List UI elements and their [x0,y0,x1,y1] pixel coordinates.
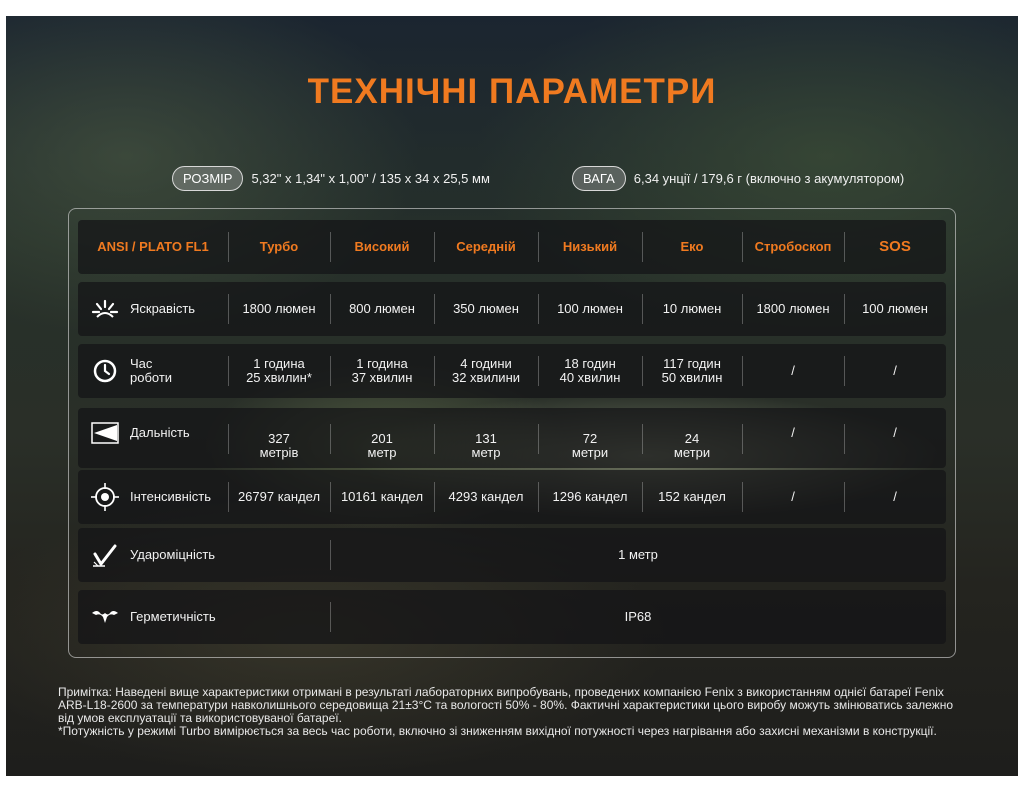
brightness-turbo: 1800 люмен [242,301,316,316]
impact-value: 1 метр [618,547,658,562]
waterproof-icon [90,602,120,632]
table-row-distance: Дальність 327 метрів 201 метр 131 метр 72 ме… [78,408,946,468]
header-high: Високий [354,239,410,254]
intensity-sos: / [893,489,897,504]
runtime-turbo: 1 година 25 хвилин* [246,356,312,385]
header-low: Низький [562,239,618,254]
runtime-high: 1 година 37 хвилин [351,356,413,385]
row-label-brightness: Яскравість [78,282,228,336]
table-row-intensity: Інтенсивність 26797 кандел 10161 кандел … [78,470,946,524]
row-label-waterproof: Герметичність [78,590,330,644]
clock-icon [90,356,120,386]
brightness-medium: 350 люмен [453,301,519,316]
intensity-high: 10161 кандел [340,489,424,504]
brightness-low: 100 люмен [557,301,623,316]
intensity-low: 1296 кандел [552,489,628,504]
footnote-line1: Примітка: Наведені вище характеристики о… [58,685,954,725]
table-header-row: ANSI / PLATO FL1 Турбо Високий Середній … [78,220,946,274]
weight-spec: ВАГА 6,34 унції / 179,6 г (включно з аку… [572,166,904,191]
label-impact: Удароміцність [130,547,216,562]
distance-eco: 24 метри [673,431,711,460]
runtime-sos: / [893,363,897,378]
brightness-icon [90,294,120,324]
label-intensity: Інтенсивність [130,489,211,504]
weight-badge: ВАГА [572,166,626,191]
waterproof-value: IP68 [624,609,652,624]
intensity-strobe: / [791,489,795,504]
header-strobe: Стробоскоп [754,239,832,254]
brightness-eco: 10 люмен [662,301,722,316]
row-label-distance: Дальність [78,408,228,458]
page-title: ТЕХНІЧНІ ПАРАМЕТРИ [307,72,717,111]
runtime-medium: 4 години 32 хвилини [451,356,521,385]
spec-poster: ТЕХНІЧНІ ПАРАМЕТРИ РОЗМІР 5,32" x 1,34" … [6,16,1018,776]
intensity-turbo: 26797 кандел [237,489,321,504]
table-row-waterproof: Герметичність IP68 [78,590,946,644]
label-brightness: Яскравість [130,301,196,316]
table-row-runtime: Час роботи 1 година 25 хвилин* 1 година 37 … [78,344,946,398]
distance-strobe: / [791,425,795,440]
runtime-strobe: / [791,363,795,378]
beam-distance-icon [90,418,120,448]
brightness-high: 800 люмен [349,301,415,316]
distance-low: 72 метри [571,431,609,460]
header-sos: SOS [879,238,911,255]
table-row-brightness: Яскравість 1800 люмен 800 люмен 350 люме… [78,282,946,336]
size-badge: РОЗМІР [172,166,244,191]
brightness-sos: 100 люмен [862,301,928,316]
intensity-eco: 152 кандел [658,489,726,504]
footnote: Примітка: Наведені вище характеристики о… [58,686,970,738]
distance-high: 201 метр [367,431,397,460]
label-waterproof: Герметичність [130,609,216,624]
header-turbo: Турбо [259,239,299,254]
header-standard: ANSI / PLATO FL1 [97,239,209,254]
runtime-eco: 117 годин 50 хвилин [661,356,723,385]
row-label-impact: Удароміцність [78,528,330,582]
size-spec: РОЗМІР 5,32" x 1,34" x 1,00" / 135 x 34 … [172,166,490,191]
header-eco: Еко [680,239,704,254]
footnote-line2: *Потужність у режимі Turbo вимірюється з… [58,724,937,738]
label-runtime-line2: роботи [130,370,173,385]
table-row-impact: Удароміцність 1 метр [78,528,946,582]
impact-icon [90,540,120,570]
distance-medium: 131 метр [471,431,501,460]
row-label-runtime: Час роботи [78,344,228,398]
brightness-strobe: 1800 люмен [756,301,830,316]
header-medium: Середній [456,239,516,254]
intensity-target-icon [90,482,120,512]
size-value: 5,32" x 1,34" x 1,00" / 135 x 34 x 25,5 … [251,171,490,186]
intensity-medium: 4293 кандел [448,489,524,504]
label-runtime-line1: Час [130,356,153,371]
distance-sos: / [893,425,897,440]
row-label-intensity: Інтенсивність [78,470,228,524]
distance-turbo: 327 метрів [259,431,299,460]
weight-value: 6,34 унції / 179,6 г (включно з акумулят… [633,171,905,186]
label-distance: Дальність [130,425,190,440]
runtime-low: 18 годин 40 хвилин [559,356,621,385]
